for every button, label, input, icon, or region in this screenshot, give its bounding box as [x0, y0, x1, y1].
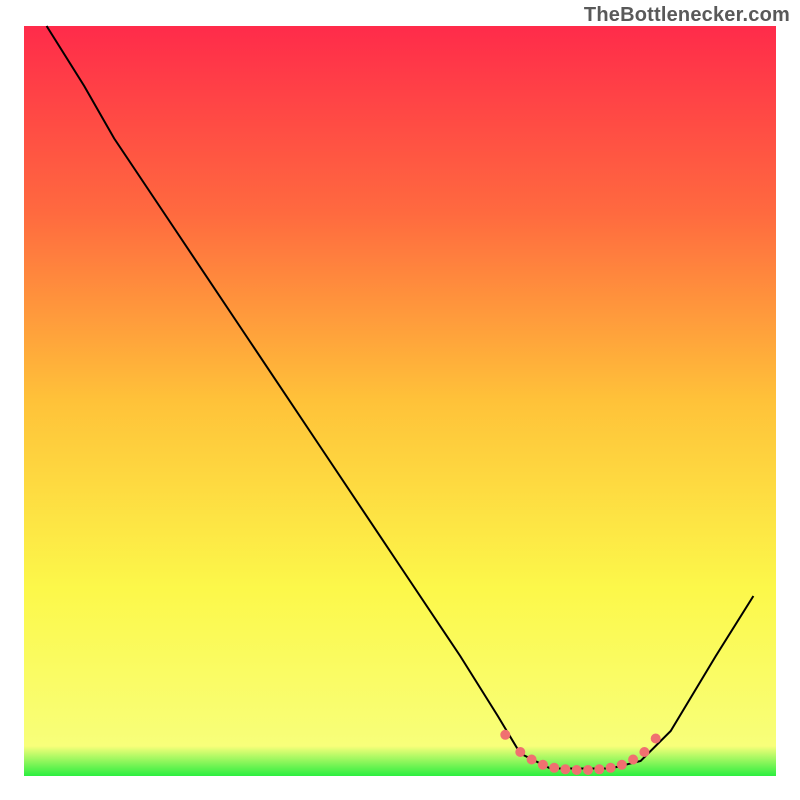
- optimal-dot: [538, 760, 548, 770]
- optimal-dot: [549, 763, 559, 773]
- optimal-dot: [500, 730, 510, 740]
- optimal-dot: [651, 734, 661, 744]
- optimal-dot: [628, 755, 638, 765]
- optimal-dot: [617, 760, 627, 770]
- optimal-dot: [527, 755, 537, 765]
- bottleneck-chart: TheBottlenecker.com: [0, 0, 800, 800]
- optimal-dot: [606, 763, 616, 773]
- chart-svg: [0, 0, 800, 800]
- optimal-dot: [639, 747, 649, 757]
- optimal-dot: [572, 765, 582, 775]
- optimal-dot: [583, 765, 593, 775]
- optimal-dot: [594, 764, 604, 774]
- optimal-dot: [560, 764, 570, 774]
- gradient-background: [24, 26, 776, 776]
- optimal-dot: [515, 747, 525, 757]
- attribution-label: TheBottlenecker.com: [584, 4, 790, 27]
